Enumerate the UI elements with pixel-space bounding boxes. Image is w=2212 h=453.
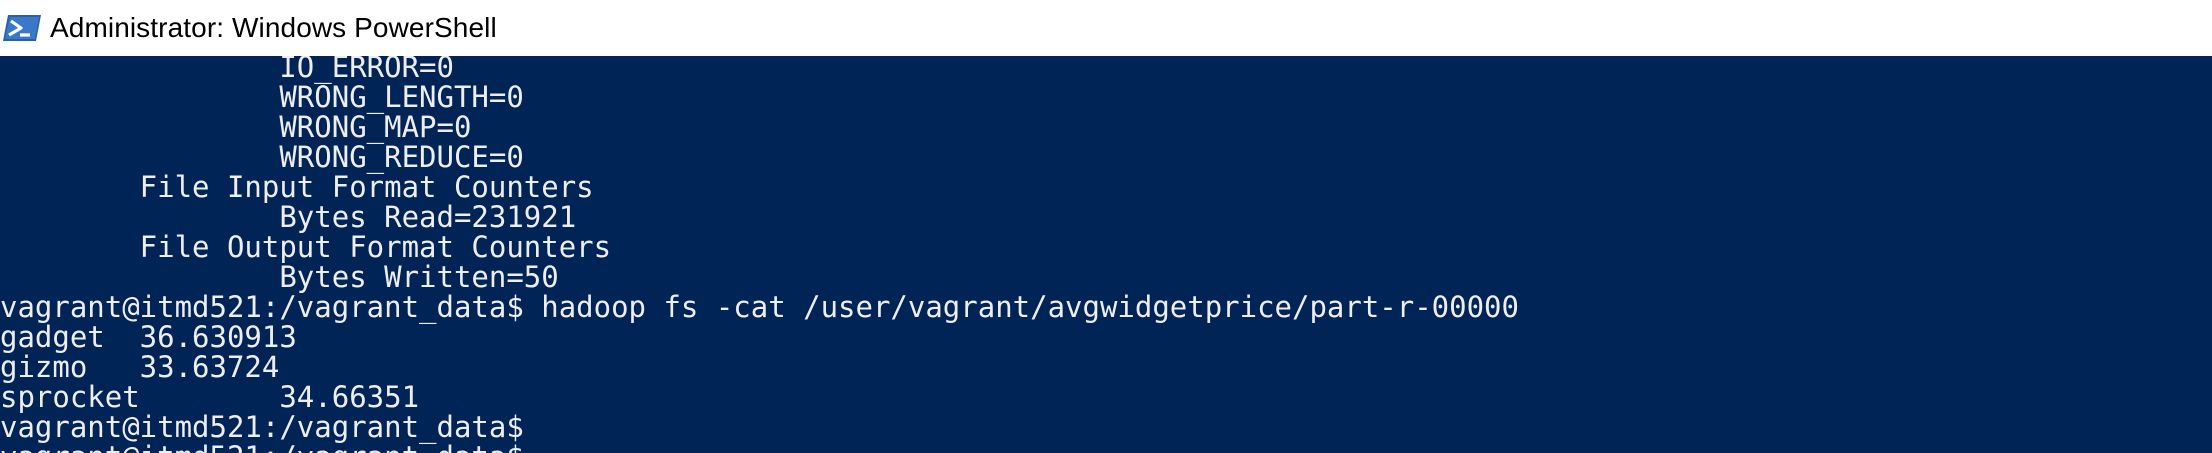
title-bar[interactable]: Administrator: Windows PowerShell (0, 0, 2212, 56)
console-line: File Output Format Counters (0, 230, 629, 264)
prompt-line: vagrant@itmd521:/vagrant_data$ (0, 410, 524, 444)
prompt-line: vagrant@itmd521:/vagrant_data$ (0, 442, 524, 453)
output-row: sprocket 34.66351 (0, 380, 420, 414)
console-line: File Input Format Counters (0, 170, 612, 204)
console-line: WRONG_LENGTH=0 (0, 80, 524, 114)
console-line: Bytes Read=231921 (0, 200, 577, 234)
powershell-window: Administrator: Windows PowerShell IO_ERR… (0, 0, 2212, 453)
output-row: gizmo 33.63724 (0, 350, 280, 384)
command-line: vagrant@itmd521:/vagrant_data$ hadoop fs… (0, 290, 1519, 324)
powershell-icon (3, 15, 41, 41)
console-line: Bytes Written=50 (0, 260, 559, 294)
console-line: WRONG_MAP=0 (0, 110, 472, 144)
console-line: IO_ERROR=0 (0, 56, 454, 84)
output-row: gadget 36.630913 (0, 320, 297, 354)
console-line: WRONG_REDUCE=0 (0, 140, 524, 174)
window-title: Administrator: Windows PowerShell (50, 12, 497, 43)
console-output[interactable]: IO_ERROR=0 WRONG_LENGTH=0 WRONG_MAP=0 WR… (0, 56, 2212, 453)
